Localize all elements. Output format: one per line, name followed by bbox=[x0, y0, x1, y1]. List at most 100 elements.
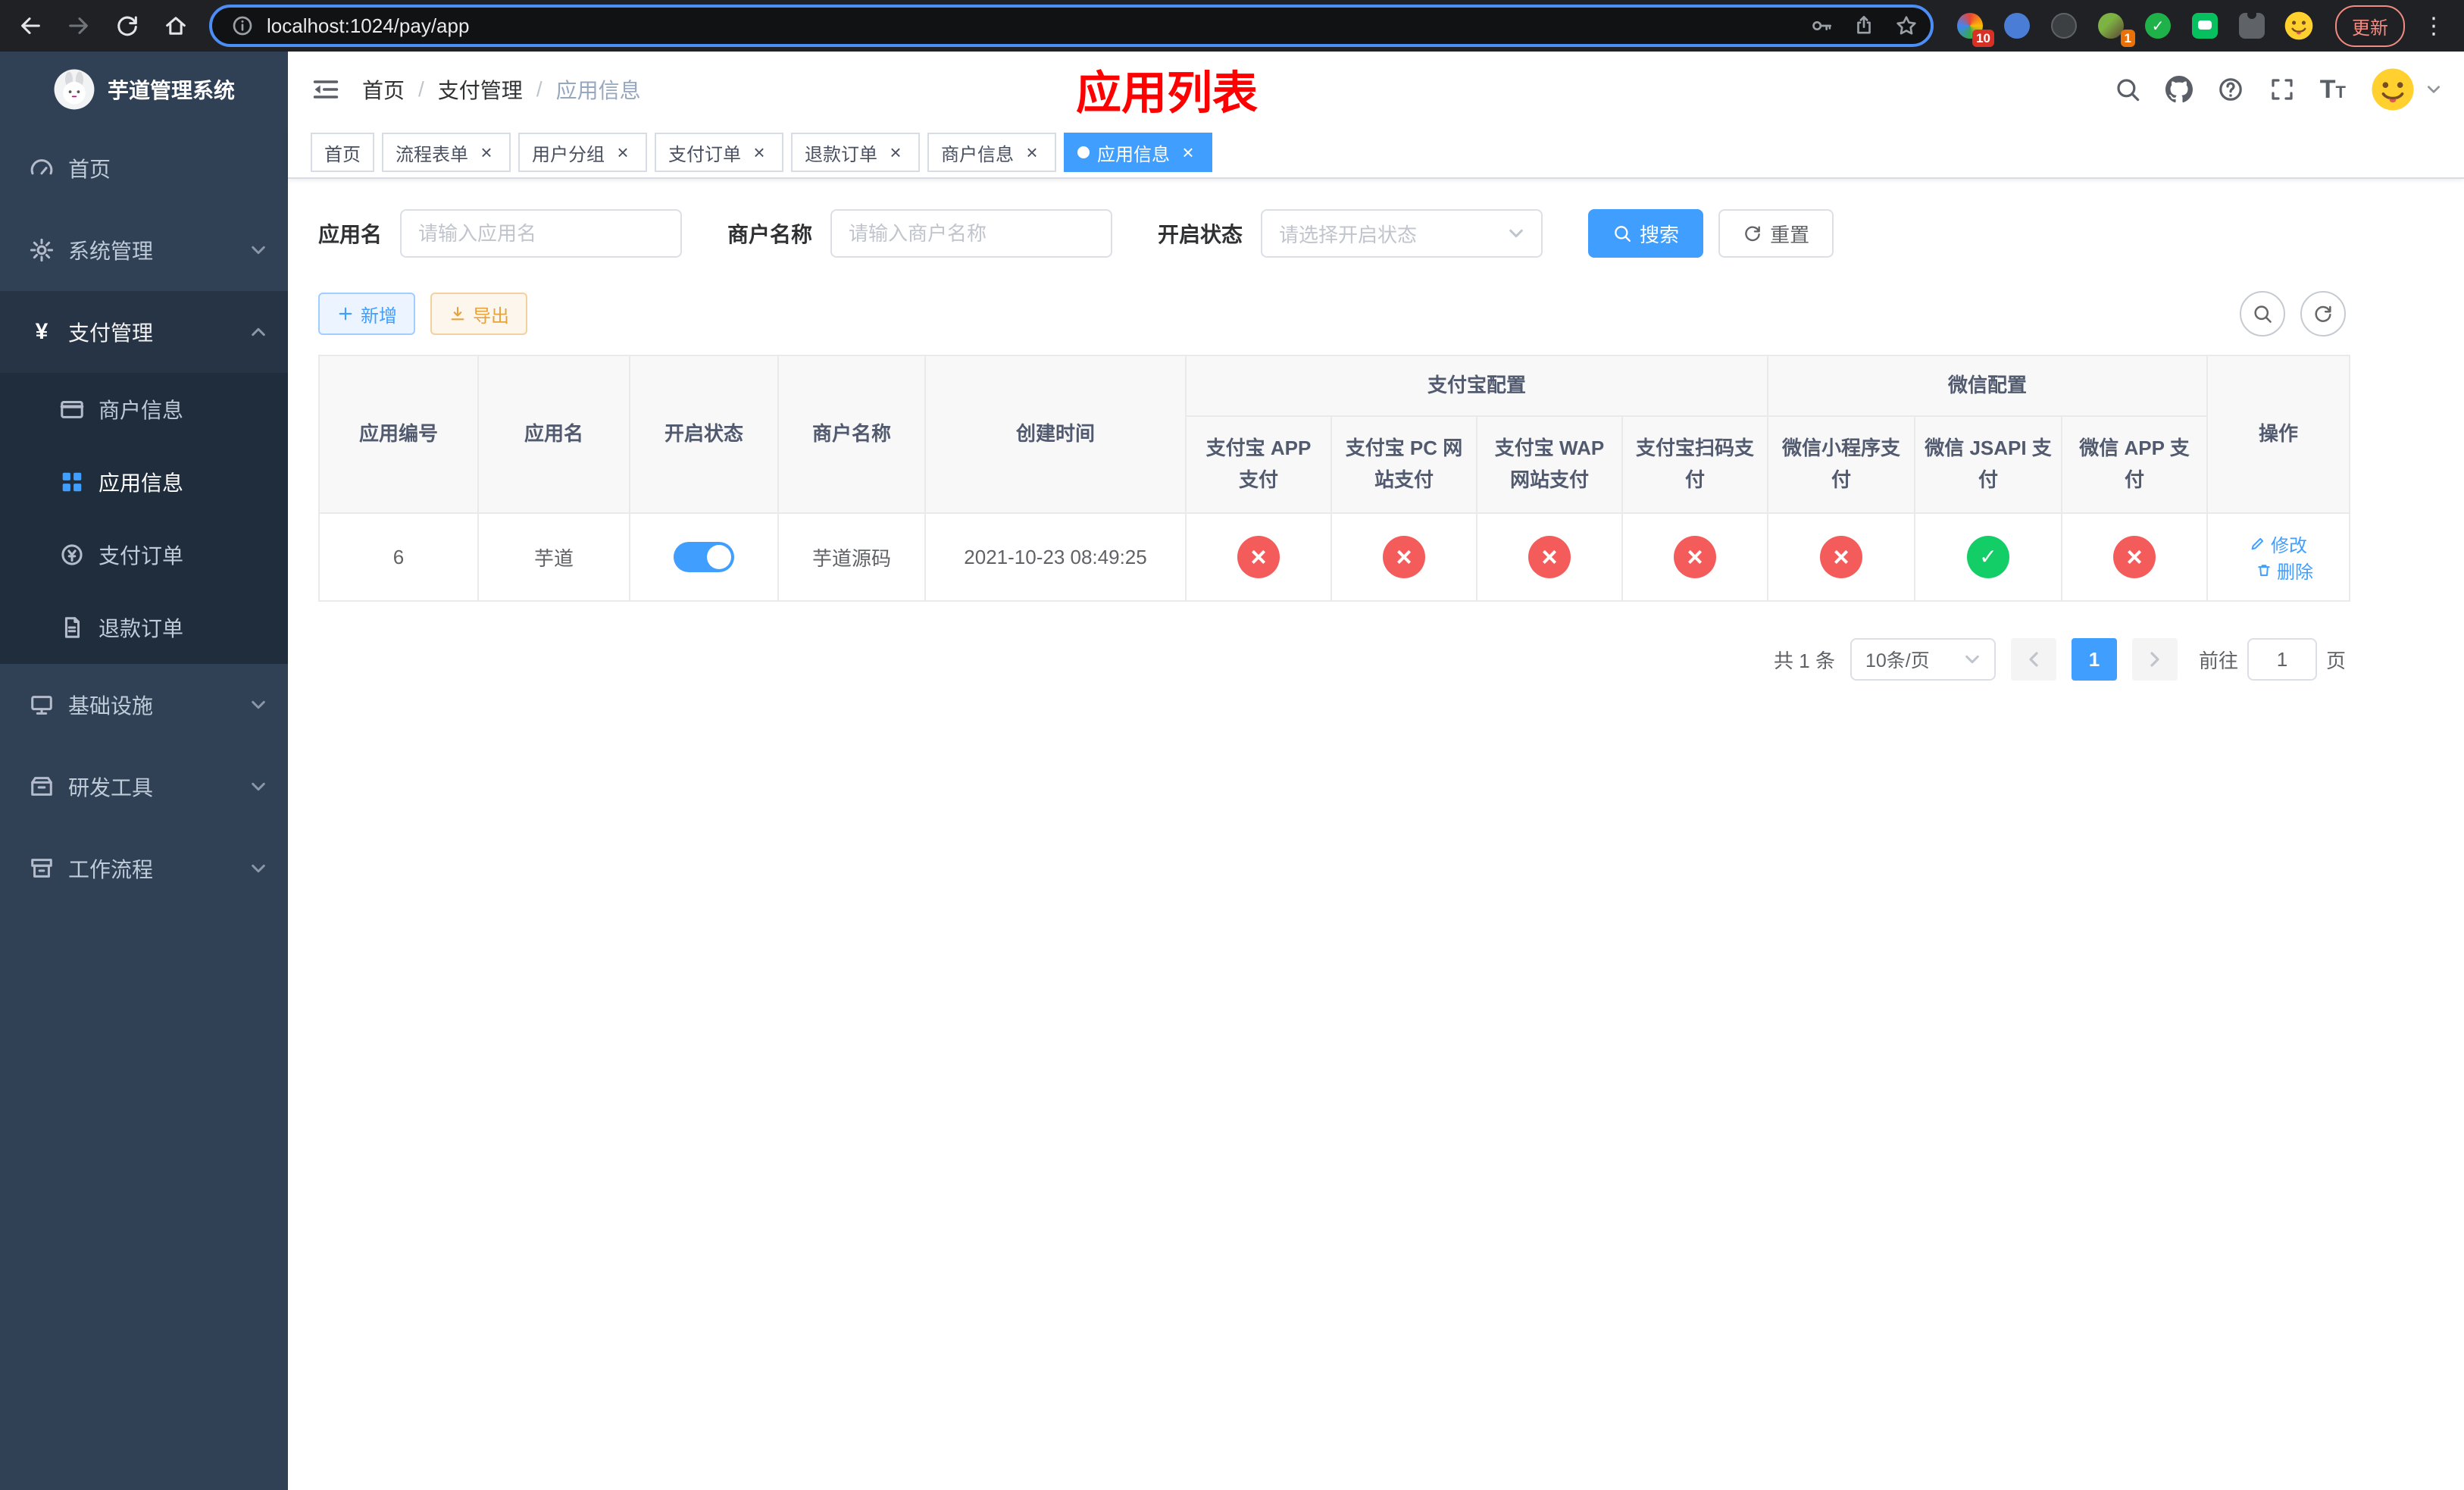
github-icon[interactable] bbox=[2165, 76, 2193, 103]
font-size-icon[interactable]: TT bbox=[2320, 75, 2346, 105]
gear-icon bbox=[30, 238, 54, 262]
sidebar-item-system[interactable]: 系统管理 bbox=[0, 209, 288, 291]
cell-wechat-mini bbox=[1767, 512, 1916, 602]
col-merchant: 商户名称 bbox=[777, 355, 926, 514]
extension-icon-green-check[interactable] bbox=[2143, 11, 2173, 41]
pay-order-icon bbox=[61, 544, 83, 565]
close-tab-icon[interactable] bbox=[612, 142, 633, 163]
password-key-icon[interactable] bbox=[1803, 8, 1840, 44]
extension-icon-dark[interactable] bbox=[2049, 11, 2079, 41]
browser-reload-button[interactable] bbox=[106, 5, 149, 47]
page-content: 应用名 商户名称 开启状态 请选择开启状态 搜索 重置 bbox=[288, 179, 2464, 681]
toggle-search-button[interactable] bbox=[2240, 291, 2285, 337]
chevron-down-icon bbox=[2426, 82, 2441, 97]
refund-doc-icon bbox=[64, 617, 80, 638]
goto-page-input[interactable] bbox=[2247, 638, 2317, 681]
sidebar-item-label: 系统管理 bbox=[68, 239, 154, 263]
sidebar-item-devtools[interactable]: 研发工具 bbox=[0, 746, 288, 828]
search-button[interactable]: 搜索 bbox=[1588, 209, 1704, 258]
site-info-icon[interactable] bbox=[224, 8, 261, 44]
url-text: localhost:1024/pay/app bbox=[267, 14, 470, 37]
page-size-select[interactable]: 10条/页 bbox=[1850, 638, 1996, 681]
tab-process-form[interactable]: 流程表单 bbox=[382, 133, 511, 172]
extension-icon-wechat-dev[interactable] bbox=[2190, 11, 2220, 41]
delete-link[interactable]: 删除 bbox=[2256, 557, 2313, 584]
tab-refund-order[interactable]: 退款订单 bbox=[791, 133, 920, 172]
close-tab-icon[interactable] bbox=[749, 142, 770, 163]
app-logo: 芋道管理系统 bbox=[0, 52, 288, 127]
share-icon[interactable] bbox=[1846, 8, 1882, 44]
toolbox-icon bbox=[31, 777, 52, 796]
reset-button[interactable]: 重置 bbox=[1718, 209, 1834, 258]
sidebar-item-infra[interactable]: 基础设施 bbox=[0, 664, 288, 746]
browser-menu-icon[interactable] bbox=[2422, 13, 2446, 39]
extension-icon-blue[interactable] bbox=[2002, 11, 2032, 41]
col-ops: 操作 bbox=[2206, 355, 2351, 514]
sidebar-item-payment[interactable]: ¥ 支付管理 bbox=[0, 291, 288, 373]
fullscreen-icon[interactable] bbox=[2269, 76, 2296, 103]
page-number-button[interactable]: 1 bbox=[2071, 638, 2117, 681]
status-select[interactable]: 请选择开启状态 bbox=[1261, 209, 1543, 258]
enable-toggle[interactable] bbox=[674, 542, 734, 572]
sidebar-item-pay-order[interactable]: 支付订单 bbox=[0, 518, 288, 591]
browser-forward-button[interactable] bbox=[58, 5, 100, 47]
goto-unit: 页 bbox=[2325, 649, 2346, 672]
extension-icon-colorful[interactable]: 10 bbox=[1955, 11, 1994, 47]
close-tab-icon[interactable] bbox=[476, 142, 497, 163]
tab-merchant-info[interactable]: 商户信息 bbox=[927, 133, 1056, 172]
add-button[interactable]: 新增 bbox=[318, 293, 415, 335]
sidebar-item-label: 首页 bbox=[68, 158, 111, 181]
refresh-table-button[interactable] bbox=[2300, 291, 2346, 337]
archive-icon bbox=[31, 859, 52, 878]
extensions-area: 10 1 更新 bbox=[1946, 5, 2455, 47]
user-avatar-menu[interactable] bbox=[2370, 67, 2441, 112]
tab-home[interactable]: 首页 bbox=[311, 133, 374, 172]
sidebar-item-refund-order[interactable]: 退款订单 bbox=[0, 591, 288, 664]
address-bar[interactable]: localhost:1024/pay/app bbox=[209, 5, 1934, 47]
close-tab-icon[interactable] bbox=[885, 142, 906, 163]
sidebar-item-home[interactable]: 首页 bbox=[0, 127, 288, 209]
app-name-label: 应用名 bbox=[318, 223, 383, 246]
sidebar-item-app-info[interactable]: 应用信息 bbox=[0, 446, 288, 518]
app-name-input[interactable] bbox=[400, 209, 683, 258]
help-icon[interactable] bbox=[2217, 76, 2244, 103]
close-tab-icon[interactable] bbox=[1177, 142, 1199, 163]
prev-page-button[interactable] bbox=[2010, 638, 2056, 681]
breadcrumb-separator bbox=[418, 77, 424, 102]
browser-profile-avatar[interactable] bbox=[2284, 11, 2314, 41]
breadcrumb-current: 应用信息 bbox=[555, 79, 641, 102]
top-navbar: 首页 支付管理 应用信息 应用列表 TT bbox=[288, 52, 2464, 127]
breadcrumb-home[interactable]: 首页 bbox=[362, 74, 405, 105]
sidebar-item-workflow[interactable]: 工作流程 bbox=[0, 828, 288, 909]
extensions-puzzle-icon[interactable] bbox=[2237, 10, 2267, 41]
navbar-actions: TT bbox=[2114, 67, 2441, 112]
merchant-name-input[interactable] bbox=[830, 209, 1113, 258]
status-icon bbox=[1383, 536, 1425, 578]
cell-status bbox=[629, 512, 779, 602]
bookmark-star-icon[interactable] bbox=[1888, 8, 1925, 44]
browser-update-button[interactable]: 更新 bbox=[2335, 5, 2405, 47]
trash-icon bbox=[2258, 564, 2270, 576]
search-icon bbox=[2254, 305, 2272, 323]
col-alipay-qr: 支付宝扫码支付 bbox=[1621, 415, 1769, 514]
breadcrumb-separator bbox=[536, 77, 543, 102]
col-wechat-mini: 微信小程序支付 bbox=[1767, 415, 1916, 514]
next-page-button[interactable] bbox=[2131, 638, 2178, 681]
tab-app-info[interactable]: 应用信息 bbox=[1064, 133, 1212, 172]
sidebar-fold-icon[interactable] bbox=[311, 74, 341, 105]
browser-home-button[interactable] bbox=[155, 5, 197, 47]
extension-icon-profile[interactable]: 1 bbox=[2096, 11, 2135, 47]
tab-pay-order[interactable]: 支付订单 bbox=[655, 133, 783, 172]
breadcrumb-payment[interactable]: 支付管理 bbox=[438, 74, 523, 105]
close-tab-icon[interactable] bbox=[1021, 142, 1043, 163]
logo-avatar bbox=[54, 69, 95, 110]
browser-back-button[interactable] bbox=[9, 5, 52, 47]
tab-user-group[interactable]: 用户分组 bbox=[518, 133, 647, 172]
chevron-up-icon bbox=[250, 324, 267, 340]
search-icon[interactable] bbox=[2114, 76, 2141, 103]
sidebar-item-merchant-info[interactable]: 商户信息 bbox=[0, 373, 288, 446]
export-button[interactable]: 导出 bbox=[430, 293, 527, 335]
sidebar-item-label: 研发工具 bbox=[68, 776, 154, 800]
edit-link[interactable]: 修改 bbox=[2250, 531, 2307, 557]
col-alipay-app: 支付宝 APP 支付 bbox=[1185, 415, 1332, 514]
